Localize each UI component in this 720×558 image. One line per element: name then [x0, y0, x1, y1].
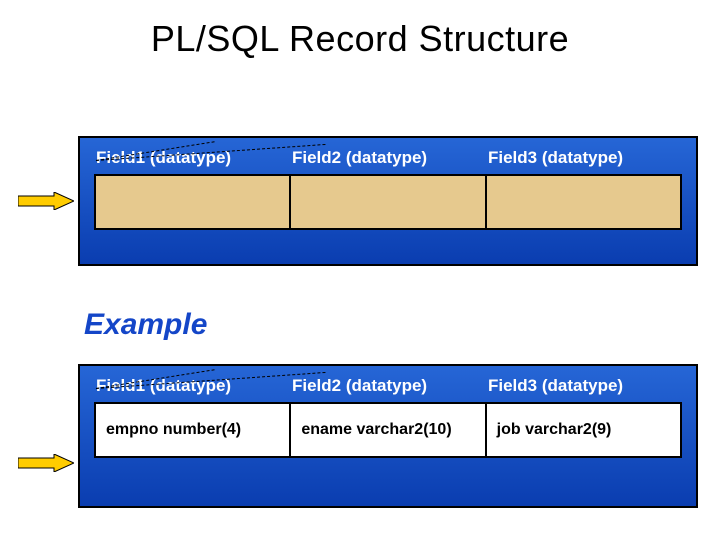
- field2-value-blank: [289, 174, 486, 230]
- field-header-row: Field1 (datatype) Field2 (datatype) Fiel…: [94, 376, 682, 402]
- arrow-icon: [18, 192, 74, 210]
- field1-header: Field1 (datatype): [94, 376, 290, 402]
- field-header-row: Field1 (datatype) Field2 (datatype) Fiel…: [94, 148, 682, 174]
- page-title: PL/SQL Record Structure: [0, 18, 720, 60]
- blank-value-row: [94, 174, 682, 230]
- field1-example: empno number(4): [94, 402, 291, 458]
- field3-header: Field3 (datatype): [486, 376, 682, 402]
- field3-value-blank: [485, 174, 682, 230]
- field1-value-blank: [94, 174, 291, 230]
- field3-example: job varchar2(9): [485, 402, 682, 458]
- example-value-row: empno number(4) ename varchar2(10) job v…: [94, 402, 682, 458]
- field3-header: Field3 (datatype): [486, 148, 682, 174]
- field2-example: ename varchar2(10): [289, 402, 486, 458]
- example-heading: Example: [84, 308, 207, 342]
- field1-header: Field1 (datatype): [94, 148, 290, 174]
- arrow-icon: [18, 454, 74, 472]
- field2-header: Field2 (datatype): [290, 148, 486, 174]
- record-example-panel: Field1 (datatype) Field2 (datatype) Fiel…: [78, 364, 698, 508]
- field2-header: Field2 (datatype): [290, 376, 486, 402]
